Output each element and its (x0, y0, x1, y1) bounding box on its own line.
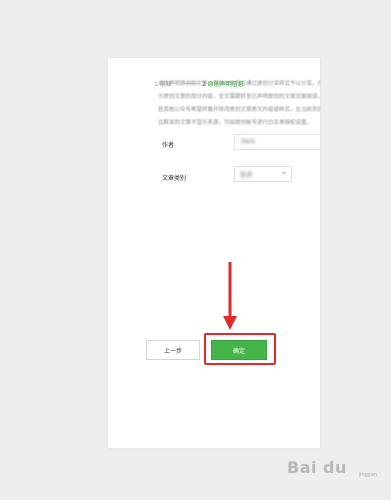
confirm-button[interactable]: 确定 (211, 340, 267, 360)
previous-step-button[interactable]: 上一步 (146, 340, 200, 360)
chevron-down-icon (281, 171, 287, 175)
watermark-brand: Bai du (287, 458, 347, 477)
description-line: 且群发的文章不显示来源，可由原创帐号进行白名单授权设置。 (158, 120, 313, 126)
baidu-watermark-logo: Bai du jingyan (287, 458, 383, 482)
description-text: 成功声明原创的文章，其他公众号可通过原创分享样式予以分享。在分享页 示原创文章的… (158, 79, 320, 131)
author-input[interactable]: Sara (234, 134, 320, 150)
red-arrow-annotation (223, 262, 237, 330)
category-select[interactable]: 生活 (234, 166, 292, 182)
author-value: Sara (241, 138, 255, 145)
description-line: 成功声明原创的文章，其他公众号可通过原创分享样式予以分享。在分享页 (158, 81, 320, 87)
description-line: 若其他公众号希望转载并修改原创文章原文内容或样式，在当前页面阅读全 (158, 107, 320, 113)
author-label: 作者 (162, 142, 175, 149)
watermark-sub: jingyan (358, 472, 377, 478)
category-value: 生活 (240, 172, 253, 179)
description-line: 示原创文章的部分内容，全文需跳转至已声明原创的文章页面阅读。 (158, 94, 320, 100)
category-label: 文章类别 (162, 175, 187, 182)
